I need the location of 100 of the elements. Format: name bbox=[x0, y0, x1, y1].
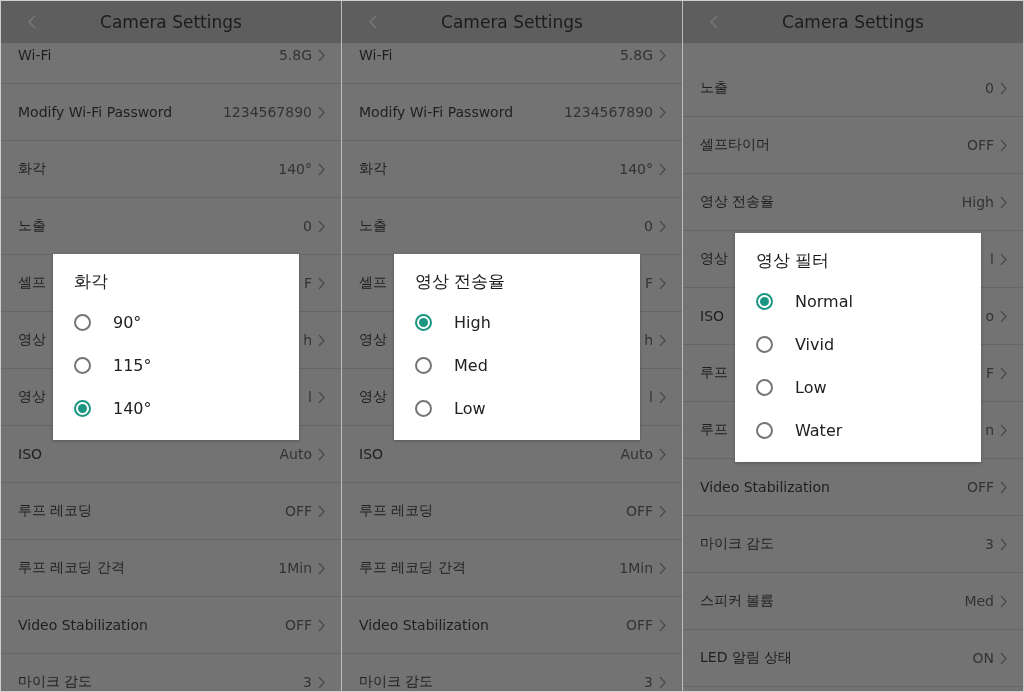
setting-value: Auto bbox=[620, 446, 653, 462]
chevron-right-icon bbox=[659, 675, 666, 689]
settings-row[interactable]: 루프 레코딩 OFF bbox=[1, 483, 341, 540]
setting-label: 영상 bbox=[18, 388, 46, 406]
chevron-right-icon bbox=[318, 105, 325, 119]
chevron-right-icon bbox=[318, 618, 325, 632]
settings-row[interactable]: 영상 전송율 High bbox=[683, 174, 1023, 231]
radio-option[interactable]: 115° bbox=[53, 344, 299, 387]
radio-button[interactable] bbox=[756, 293, 773, 310]
setting-value: OFF bbox=[966, 479, 994, 495]
chevron-right-icon bbox=[318, 48, 325, 62]
chevron-right-icon bbox=[659, 561, 666, 575]
setting-value: 1Min bbox=[278, 560, 312, 576]
radio-option[interactable]: Vivid bbox=[735, 323, 981, 366]
settings-row[interactable]: 루프 레코딩 OFF bbox=[342, 483, 682, 540]
setting-value: F bbox=[303, 275, 312, 291]
setting-label: 루프 레코딩 간격 bbox=[18, 559, 125, 577]
setting-label: 스피커 볼륨 bbox=[700, 592, 775, 610]
chevron-right-icon bbox=[1000, 651, 1007, 665]
setting-value: h bbox=[644, 332, 653, 348]
chevron-right-icon bbox=[1000, 195, 1007, 209]
settings-row[interactable]: 화각 140° bbox=[342, 141, 682, 198]
screen-title: Camera Settings bbox=[441, 12, 583, 32]
settings-row[interactable]: 루프 레코딩 간격 1Min bbox=[342, 540, 682, 597]
option-label: Med bbox=[454, 356, 488, 375]
chevron-right-icon bbox=[1000, 423, 1007, 437]
setting-label: Video Stabilization bbox=[359, 617, 489, 633]
radio-button[interactable] bbox=[415, 357, 432, 374]
radio-option[interactable]: High bbox=[394, 301, 640, 344]
settings-row[interactable]: Video Stabilization OFF bbox=[342, 597, 682, 654]
setting-label: 영상 bbox=[359, 331, 387, 349]
settings-row[interactable]: LED 알림 상태 ON bbox=[683, 630, 1023, 687]
radio-option[interactable]: Low bbox=[735, 366, 981, 409]
settings-row[interactable]: 화각 140° bbox=[1, 141, 341, 198]
setting-value: 1234567890 bbox=[563, 104, 653, 120]
setting-label: ISO bbox=[700, 308, 725, 324]
setting-value: n bbox=[985, 422, 994, 438]
setting-value: OFF bbox=[284, 617, 312, 633]
setting-value: F bbox=[985, 365, 994, 381]
setting-value: 3 bbox=[644, 674, 653, 690]
chevron-right-icon bbox=[318, 390, 325, 404]
settings-row[interactable]: Video Stabilization OFF bbox=[1, 597, 341, 654]
settings-row[interactable]: 셀프타이머 OFF bbox=[683, 117, 1023, 174]
setting-value: Med bbox=[964, 593, 994, 609]
radio-button[interactable] bbox=[756, 336, 773, 353]
radio-option[interactable]: 90° bbox=[53, 301, 299, 344]
radio-option[interactable]: Water bbox=[735, 409, 981, 452]
settings-row[interactable]: Modify Wi-Fi Password 1234567890 bbox=[342, 84, 682, 141]
setting-value: 0 bbox=[303, 218, 312, 234]
chevron-right-icon bbox=[659, 48, 666, 62]
settings-row[interactable]: 마이크 감도 3 bbox=[342, 654, 682, 691]
settings-row[interactable]: 노출 0 bbox=[683, 60, 1023, 117]
setting-label: 영상 전송율 bbox=[700, 193, 775, 211]
setting-label: 노출 bbox=[700, 79, 728, 97]
settings-row[interactable]: Wi-Fi 5.8G bbox=[1, 43, 341, 84]
radio-option[interactable]: Normal bbox=[735, 280, 981, 323]
settings-row[interactable]: 마이크 감도 3 bbox=[683, 516, 1023, 573]
setting-label: 루프 레코딩 bbox=[359, 502, 434, 520]
chevron-right-icon bbox=[318, 333, 325, 347]
option-label: Low bbox=[795, 378, 827, 397]
setting-label: 마이크 감도 bbox=[18, 673, 93, 691]
setting-value: ON bbox=[972, 650, 994, 666]
radio-button[interactable] bbox=[74, 400, 91, 417]
settings-row[interactable]: Wi-Fi 5.8G bbox=[342, 43, 682, 84]
setting-value: 140° bbox=[278, 161, 312, 177]
setting-label: Modify Wi-Fi Password bbox=[359, 104, 514, 120]
setting-value: OFF bbox=[966, 137, 994, 153]
radio-button[interactable] bbox=[756, 422, 773, 439]
setting-value: 3 bbox=[303, 674, 312, 690]
radio-button[interactable] bbox=[74, 357, 91, 374]
chevron-right-icon bbox=[659, 105, 666, 119]
radio-button[interactable] bbox=[74, 314, 91, 331]
settings-row[interactable]: Modify Wi-Fi Password 1234567890 bbox=[1, 84, 341, 141]
settings-row[interactable]: 루프 레코딩 간격 1Min bbox=[1, 540, 341, 597]
setting-label: 루프 bbox=[700, 421, 728, 439]
radio-button[interactable] bbox=[415, 400, 432, 417]
chevron-right-icon bbox=[318, 504, 325, 518]
setting-label: Video Stabilization bbox=[700, 479, 830, 495]
radio-button[interactable] bbox=[415, 314, 432, 331]
radio-option[interactable]: Med bbox=[394, 344, 640, 387]
option-label: Low bbox=[454, 399, 486, 418]
chevron-right-icon bbox=[659, 276, 666, 290]
chevron-right-icon bbox=[1000, 594, 1007, 608]
chevron-right-icon bbox=[318, 162, 325, 176]
setting-value: Auto bbox=[279, 446, 312, 462]
settings-row[interactable]: 스피커 볼륨 Med bbox=[683, 573, 1023, 630]
radio-button[interactable] bbox=[756, 379, 773, 396]
settings-row[interactable]: 마이크 감도 3 bbox=[1, 654, 341, 691]
setting-label: 루프 bbox=[700, 364, 728, 382]
option-label: Water bbox=[795, 421, 843, 440]
setting-label: 셀프타이머 bbox=[700, 136, 770, 154]
setting-label: LED 알림 상태 bbox=[700, 649, 793, 667]
chevron-right-icon bbox=[1000, 81, 1007, 95]
setting-value: 5.8G bbox=[619, 47, 653, 63]
setting-value: High bbox=[961, 194, 994, 210]
setting-value: h bbox=[303, 332, 312, 348]
setting-value: o bbox=[985, 308, 994, 324]
setting-value: 1Min bbox=[619, 560, 653, 576]
chevron-right-icon bbox=[659, 333, 666, 347]
setting-label: 루프 레코딩 간격 bbox=[359, 559, 466, 577]
